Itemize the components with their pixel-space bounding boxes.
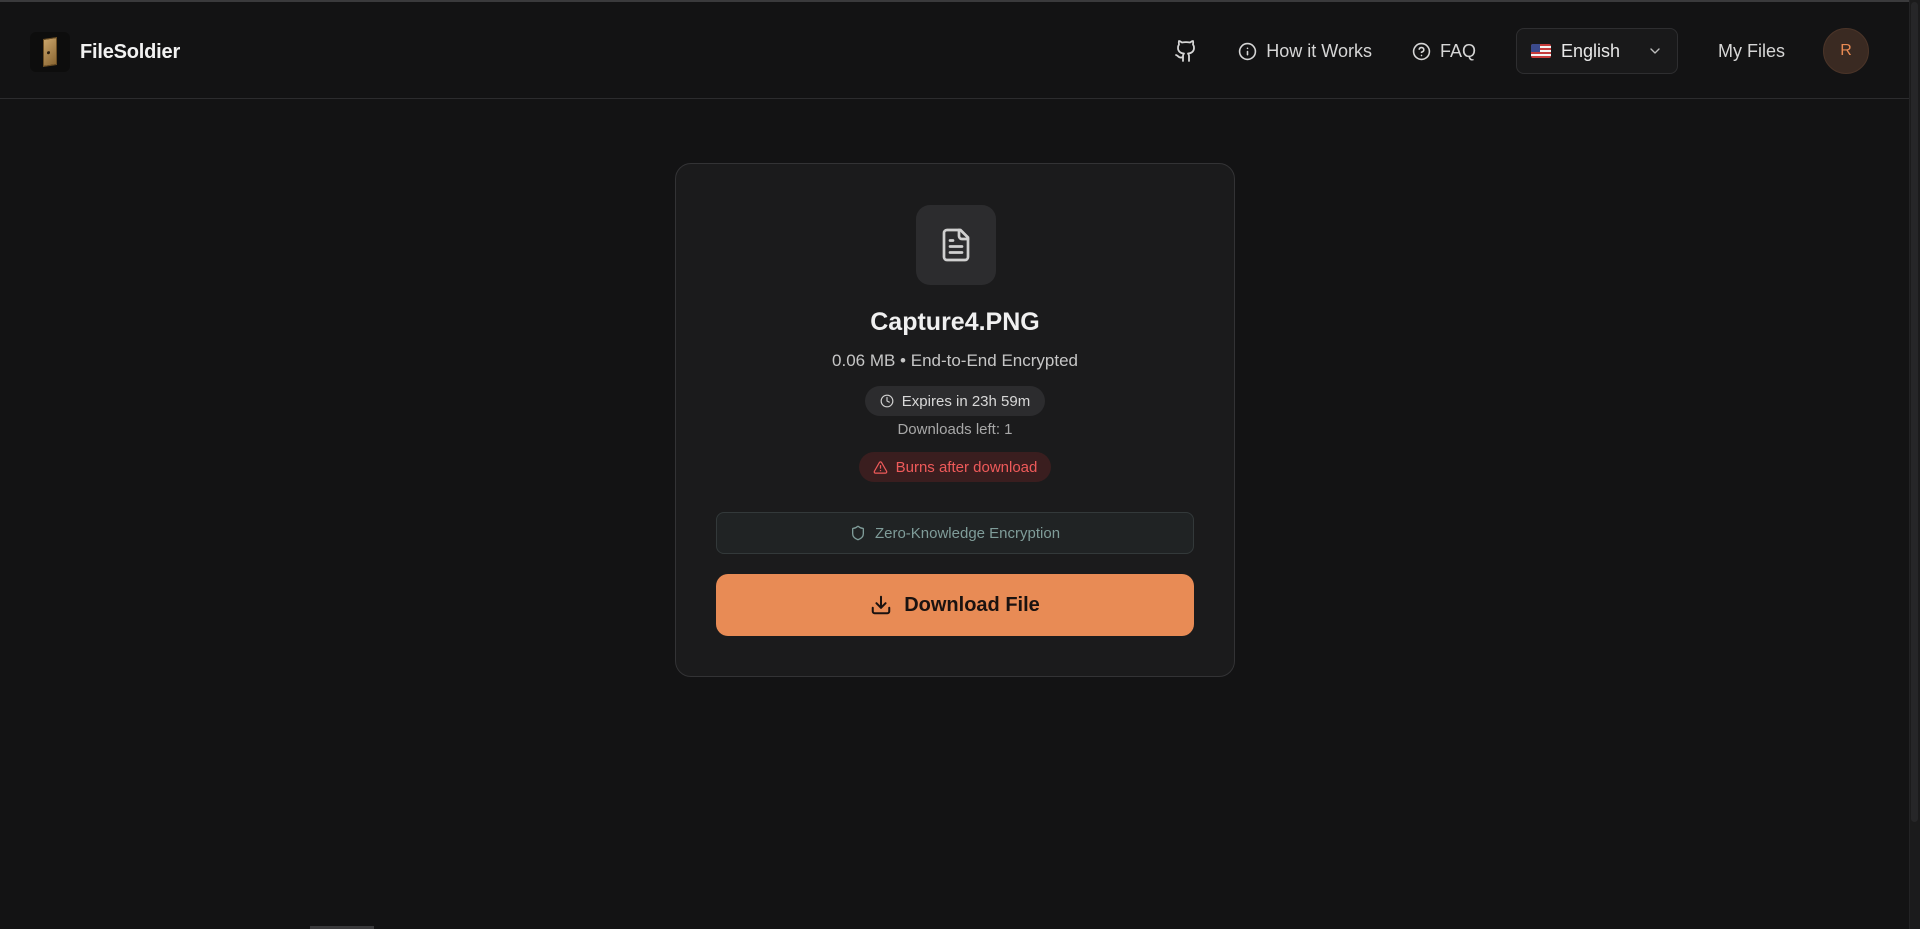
vertical-scrollbar[interactable] — [1909, 0, 1920, 929]
main-nav: How it Works FAQ English My Files R — [1166, 28, 1869, 74]
download-label: Download File — [904, 593, 1040, 616]
burn-row: Burns after download — [676, 452, 1234, 482]
burn-badge: Burns after download — [858, 452, 1052, 482]
how-it-works-label: How it Works — [1266, 40, 1372, 61]
downloads-left: Downloads left: 1 — [897, 421, 1013, 438]
download-icon — [871, 595, 891, 615]
expires-text: Expires in 23h 59m — [901, 392, 1031, 410]
top-navbar: FileSoldier How it Works FAQ English My … — [0, 2, 1909, 99]
file-meta: 0.06 MB • End-to-End Encrypted — [832, 351, 1078, 370]
how-it-works-link[interactable]: How it Works — [1238, 41, 1372, 62]
faq-link[interactable]: FAQ — [1412, 41, 1476, 62]
chevron-down-icon — [1650, 48, 1660, 54]
file-icon-container — [916, 205, 996, 285]
expires-badge: Expires in 23h 59m — [864, 386, 1046, 416]
shield-icon — [851, 525, 864, 541]
my-files-link[interactable]: My Files — [1718, 41, 1785, 62]
info-icon — [1239, 42, 1257, 60]
brand-name: FileSoldier — [80, 40, 181, 63]
us-flag-icon — [1531, 44, 1551, 58]
scrollbar-thumb[interactable] — [1911, 2, 1918, 822]
file-text-icon — [942, 228, 970, 262]
language-select[interactable]: English — [1516, 28, 1678, 74]
avatar-initial: R — [1840, 42, 1852, 59]
alert-triangle-icon — [873, 460, 887, 474]
github-icon — [1175, 40, 1196, 62]
download-file-button[interactable]: Download File — [716, 574, 1194, 636]
brand-link[interactable]: FileSoldier — [30, 32, 180, 72]
help-circle-icon — [1412, 42, 1431, 60]
encryption-text: Zero-Knowledge Encryption — [874, 524, 1061, 542]
expires-row: Expires in 23h 59m — [676, 386, 1234, 416]
door-logo-icon — [30, 32, 70, 72]
encryption-badge: Zero-Knowledge Encryption — [716, 512, 1194, 554]
file-download-card: Capture4.PNG 0.06 MB • End-to-End Encryp… — [675, 163, 1235, 677]
file-name: Capture4.PNG — [870, 308, 1040, 336]
faq-label: FAQ — [1439, 40, 1476, 61]
language-label: English — [1561, 40, 1621, 61]
burn-text: Burns after download — [895, 458, 1038, 476]
clock-icon — [880, 394, 894, 408]
github-link[interactable] — [1166, 31, 1206, 71]
user-avatar[interactable]: R — [1823, 28, 1869, 74]
